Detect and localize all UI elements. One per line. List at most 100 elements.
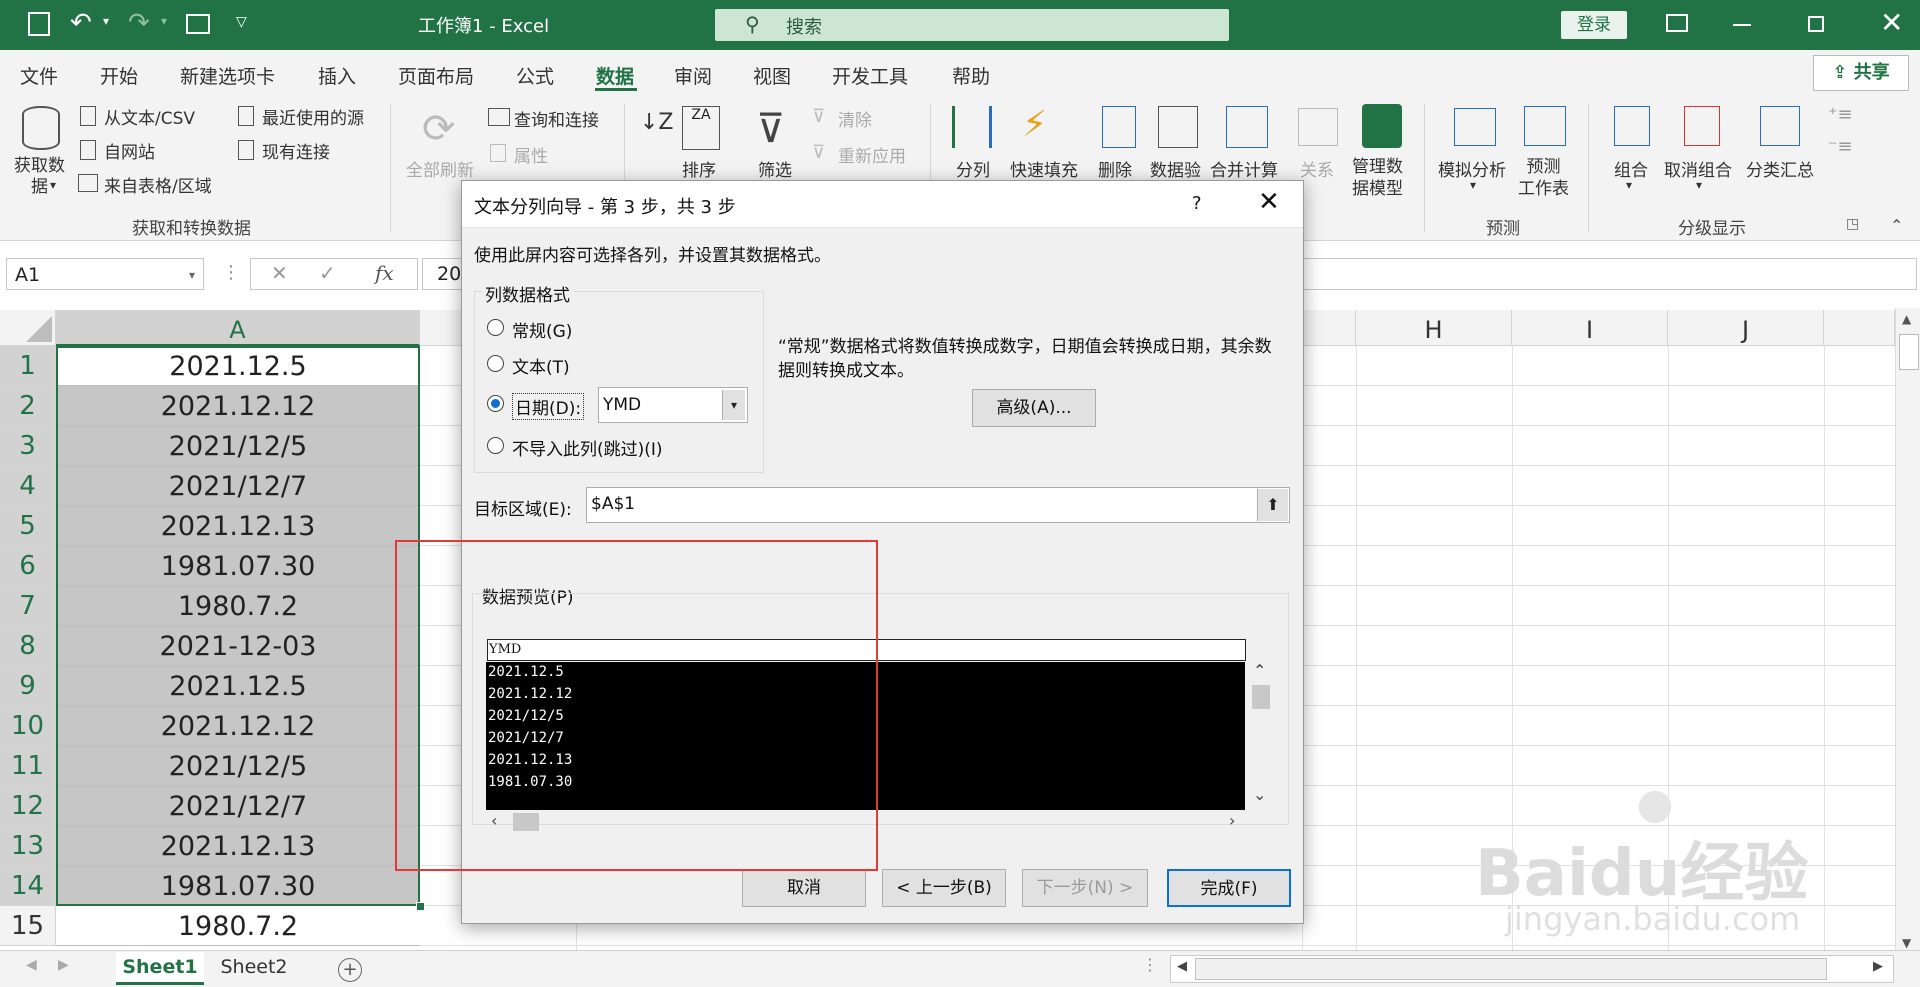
tab-formulas[interactable]: 公式 bbox=[516, 62, 554, 89]
search-box[interactable]: ⚲ 搜索 bbox=[715, 9, 1229, 41]
preview-scroll-v[interactable]: ⌃ ⌄ bbox=[1250, 661, 1272, 809]
row-header[interactable]: 15 bbox=[0, 906, 56, 946]
restore-icon[interactable] bbox=[1808, 16, 1824, 32]
tab-help[interactable]: 帮助 bbox=[952, 62, 990, 89]
next-button[interactable]: 下一步(N) > bbox=[1022, 869, 1148, 907]
sort-button[interactable]: 排序 bbox=[682, 156, 716, 181]
column-header-blank[interactable] bbox=[1824, 310, 1895, 346]
row-header[interactable]: 11 bbox=[0, 746, 56, 786]
column-header-j[interactable]: J bbox=[1668, 310, 1824, 346]
login-button[interactable]: 登录 bbox=[1561, 11, 1627, 39]
recent-sources-button[interactable]: 最近使用的源 bbox=[262, 104, 364, 129]
tab-review[interactable]: 审阅 bbox=[674, 62, 712, 89]
insert-function-icon[interactable]: fx bbox=[375, 261, 394, 285]
dialog-help-icon[interactable]: ? bbox=[1192, 193, 1202, 214]
row-header[interactable]: 2 bbox=[0, 386, 56, 426]
collapse-dialog-icon[interactable]: ⬆ bbox=[1257, 489, 1288, 521]
row-header[interactable]: 6 bbox=[0, 546, 56, 586]
cancel-button[interactable]: 取消 bbox=[742, 869, 866, 907]
from-text-csv-button[interactable]: 从文本/CSV bbox=[104, 104, 195, 129]
customize-toolbar-icon[interactable]: ▽ bbox=[236, 14, 247, 30]
row-header[interactable]: 3 bbox=[0, 426, 56, 466]
sheet-tab-sheet1[interactable]: Sheet1 bbox=[116, 952, 204, 985]
preview-scroll-thumb[interactable] bbox=[1252, 685, 1270, 709]
tab-file[interactable]: 文件 bbox=[20, 62, 58, 89]
radio-date-label[interactable]: 日期(D): bbox=[512, 393, 585, 420]
reapply-button[interactable]: 重新应用 bbox=[838, 142, 906, 167]
row-header[interactable]: 4 bbox=[0, 466, 56, 506]
chevron-up-icon[interactable]: ⌃ bbox=[1253, 661, 1266, 680]
collapse-ribbon-icon[interactable]: ⌃ bbox=[1890, 216, 1903, 235]
row-header[interactable]: 12 bbox=[0, 786, 56, 826]
row-header[interactable]: 9 bbox=[0, 666, 56, 706]
tab-home[interactable]: 开始 bbox=[100, 62, 138, 89]
relationships-button[interactable]: 关系 bbox=[1300, 156, 1334, 181]
scroll-up-icon[interactable]: ▲ bbox=[1902, 312, 1911, 326]
show-detail-icon[interactable]: ⁺≡ bbox=[1828, 104, 1853, 125]
radio-skip[interactable] bbox=[487, 437, 504, 454]
scroll-thumb[interactable] bbox=[1899, 334, 1919, 370]
add-sheet-icon[interactable]: + bbox=[338, 958, 362, 982]
radio-text[interactable] bbox=[487, 355, 504, 372]
tab-developer[interactable]: 开发工具 bbox=[832, 62, 908, 89]
remove-duplicates-button[interactable]: 删除 bbox=[1098, 156, 1132, 181]
minimize-icon[interactable] bbox=[1733, 24, 1751, 26]
radio-date[interactable] bbox=[487, 395, 504, 412]
radio-skip-label[interactable]: 不导入此列(跳过)(I) bbox=[512, 435, 663, 460]
tab-data[interactable]: 数据 bbox=[596, 62, 634, 89]
redo-dropdown-icon[interactable]: ▾ bbox=[161, 14, 167, 28]
name-box-dropdown-icon[interactable]: ▾ bbox=[189, 259, 195, 291]
share-button[interactable]: ⇪ 共享 bbox=[1813, 55, 1909, 91]
vertical-scrollbar[interactable]: ▲ ▼ bbox=[1895, 308, 1920, 958]
consolidate-button[interactable]: 合并计算 bbox=[1210, 156, 1278, 181]
tab-ellipsis-icon[interactable]: ⋮ bbox=[1142, 955, 1158, 974]
from-web-button[interactable]: 自网站 bbox=[104, 138, 155, 163]
row-header[interactable]: 13 bbox=[0, 826, 56, 866]
manage-data-model-button[interactable]: 管理数 据模型 bbox=[1352, 156, 1403, 200]
subtotal-button[interactable]: 分类汇总 bbox=[1746, 156, 1814, 181]
filter-button[interactable]: 筛选 bbox=[758, 156, 792, 181]
cell-a[interactable]: 1980.7.2 bbox=[56, 906, 420, 946]
radio-text-label[interactable]: 文本(T) bbox=[512, 353, 570, 378]
cancel-formula-icon[interactable]: ✕ bbox=[271, 261, 288, 285]
column-header-h[interactable]: H bbox=[1356, 310, 1512, 346]
undo-icon[interactable]: ↶ bbox=[70, 8, 92, 38]
horizontal-scrollbar[interactable]: ◀ ▶ bbox=[1170, 955, 1894, 983]
forecast-sheet-button[interactable]: 预测 工作表 bbox=[1518, 156, 1569, 200]
advanced-button[interactable]: 高级(A)... bbox=[972, 389, 1096, 427]
get-data-button[interactable]: 获取数 据 bbox=[14, 156, 65, 198]
radio-general-label[interactable]: 常规(G) bbox=[512, 317, 572, 342]
finish-button[interactable]: 完成(F) bbox=[1167, 869, 1291, 907]
queries-connections-button[interactable]: 查询和连接 bbox=[514, 106, 599, 131]
prev-sheet-icon[interactable]: ◀ bbox=[26, 957, 37, 973]
name-box[interactable]: A1 ▾ bbox=[6, 258, 204, 290]
clear-button[interactable]: 清除 bbox=[838, 106, 872, 131]
scroll-thumb[interactable] bbox=[1195, 958, 1827, 980]
scroll-down-icon[interactable]: ▼ bbox=[1902, 936, 1911, 950]
next-sheet-icon[interactable]: ▶ bbox=[58, 957, 69, 973]
row-header[interactable]: 1 bbox=[0, 346, 56, 386]
row-header[interactable]: 10 bbox=[0, 706, 56, 746]
hide-detail-icon[interactable]: ⁻≡ bbox=[1828, 136, 1853, 157]
chevron-right-icon[interactable]: › bbox=[1229, 811, 1235, 830]
row-header[interactable]: 14 bbox=[0, 866, 56, 906]
enter-formula-icon[interactable]: ✓ bbox=[319, 261, 336, 285]
data-validation-button[interactable]: 数据验 bbox=[1150, 156, 1201, 181]
scroll-right-icon[interactable]: ▶ bbox=[1873, 959, 1883, 974]
row-header[interactable]: 5 bbox=[0, 506, 56, 546]
row-header[interactable]: 8 bbox=[0, 626, 56, 666]
scroll-left-icon[interactable]: ◀ bbox=[1177, 959, 1187, 974]
chevron-down-icon[interactable]: ⌄ bbox=[1253, 785, 1266, 804]
tab-new-tab[interactable]: 新建选项卡 bbox=[180, 62, 275, 89]
close-icon[interactable]: ✕ bbox=[1880, 6, 1903, 39]
radio-general[interactable] bbox=[487, 319, 504, 336]
sheet-tab-sheet2[interactable]: Sheet2 bbox=[210, 952, 298, 982]
column-header-a[interactable]: A bbox=[56, 310, 420, 346]
tab-view[interactable]: 视图 bbox=[753, 62, 791, 89]
ribbon-display-icon[interactable] bbox=[1666, 14, 1688, 32]
column-header-hidden[interactable] bbox=[1302, 310, 1356, 346]
date-format-select[interactable]: YMD ▾ bbox=[598, 387, 748, 423]
dialog-launcher-icon[interactable]: ◳ bbox=[1846, 216, 1859, 232]
form-icon[interactable] bbox=[186, 14, 210, 34]
flash-fill-button[interactable]: 快速填充 bbox=[1010, 156, 1078, 181]
